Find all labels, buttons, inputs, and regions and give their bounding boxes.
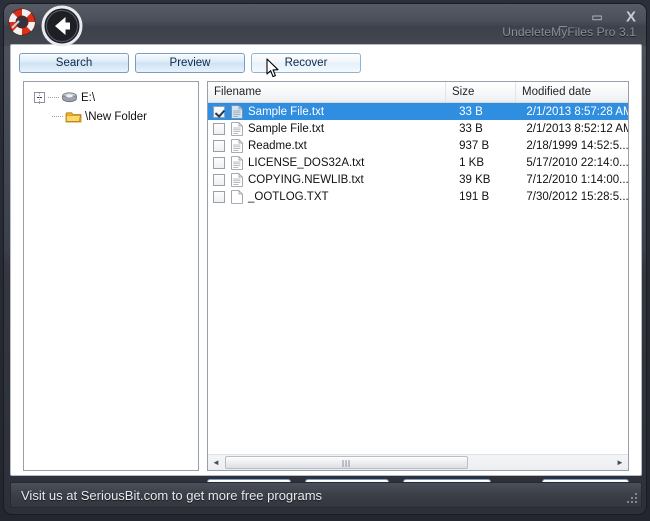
table-row[interactable]: LICENSE_DOS32A.txt 1 KB5/17/2010 22:14:0.… bbox=[208, 154, 628, 171]
resize-grip-icon[interactable] bbox=[625, 491, 637, 503]
back-arrow-icon[interactable] bbox=[37, 3, 87, 51]
status-bar: Visit us at SeriousBit.com to get more f… bbox=[10, 482, 642, 508]
cell-filename-text: COPYING.NEWLIB.txt bbox=[248, 174, 364, 186]
folder-icon bbox=[65, 110, 82, 124]
folder-tree-panel[interactable]: E:\ \New Folder bbox=[23, 81, 199, 471]
table-row[interactable]: COPYING.NEWLIB.txt 39 KB7/12/2010 1:14:00… bbox=[208, 171, 628, 188]
tab-search[interactable]: Search bbox=[19, 53, 129, 73]
file-list-panel: Filename Size Modified date Sample File.… bbox=[207, 81, 629, 471]
tab-preview[interactable]: Preview bbox=[135, 53, 245, 73]
document-icon bbox=[231, 190, 243, 204]
minimize-button[interactable]: _ bbox=[554, 10, 572, 24]
file-list-header: Filename Size Modified date bbox=[208, 82, 628, 103]
toolbar: Search Preview Recover bbox=[19, 53, 361, 73]
cell-modified-date: 7/30/2012 15:28:5... bbox=[520, 191, 628, 203]
scroll-right-arrow-icon[interactable]: ► bbox=[612, 455, 628, 470]
file-list-rows: Sample File.txt33 B2/1/2013 8:57:28 AMSa… bbox=[208, 103, 628, 454]
column-header-size[interactable]: Size bbox=[446, 82, 516, 102]
cell-filename-text: Sample File.txt bbox=[248, 123, 324, 135]
window-title: UndeleteMyFiles Pro 3.1 bbox=[502, 25, 636, 39]
table-row[interactable]: Sample File.txt 33 B2/1/2013 8:57:28 AM bbox=[208, 103, 628, 120]
tab-recover[interactable]: Recover bbox=[251, 53, 361, 73]
cell-filename-text: LICENSE_DOS32A.txt bbox=[248, 157, 364, 169]
maximize-icon: ▭ bbox=[591, 11, 602, 23]
cell-size: 39 KB bbox=[453, 174, 520, 186]
column-header-filename-label: Filename bbox=[214, 86, 261, 98]
scroll-left-arrow-icon[interactable]: ◄ bbox=[208, 455, 224, 470]
scrollbar-thumb[interactable] bbox=[225, 456, 468, 469]
cell-size: 937 B bbox=[453, 140, 520, 152]
document-icon bbox=[231, 122, 243, 136]
close-icon: X bbox=[626, 10, 636, 25]
cell-filename: Sample File.txt bbox=[225, 122, 453, 136]
row-checkbox[interactable] bbox=[213, 123, 225, 135]
tab-search-label: Search bbox=[56, 57, 92, 69]
cell-modified-date: 5/17/2010 22:14:0... bbox=[520, 157, 628, 169]
tree-connector bbox=[48, 97, 59, 98]
maximize-button[interactable]: ▭ bbox=[588, 10, 606, 24]
column-header-filename[interactable]: Filename bbox=[208, 82, 446, 102]
status-bar-text: Visit us at SeriousBit.com to get more f… bbox=[21, 488, 322, 503]
table-row[interactable]: Sample File.txt 33 B2/1/2013 8:52:12 AM bbox=[208, 120, 628, 137]
tree-connector-child bbox=[52, 116, 63, 117]
tree-item-drive-label: E:\ bbox=[81, 92, 95, 104]
tree-item-new-folder[interactable]: \New Folder bbox=[52, 107, 147, 126]
cell-filename: Sample File.txt bbox=[225, 105, 453, 119]
window-frame: _ ▭ X UndeleteMyFiles Pro 3.1 Search Pre… bbox=[3, 3, 647, 515]
cell-size: 191 B bbox=[453, 191, 520, 203]
application-window: _ ▭ X UndeleteMyFiles Pro 3.1 Search Pre… bbox=[0, 0, 650, 521]
tree-connector-vertical bbox=[39, 93, 40, 104]
cell-filename-text: Readme.txt bbox=[248, 140, 307, 152]
horizontal-scrollbar[interactable]: ◄ ► bbox=[208, 454, 628, 470]
cell-filename: _OOTLOG.TXT bbox=[225, 190, 453, 204]
cell-modified-date: 2/1/2013 8:52:12 AM bbox=[520, 123, 628, 135]
cell-modified-date: 7/12/2010 1:14:00... bbox=[520, 174, 628, 186]
cell-modified-date: 2/18/1999 14:52:5... bbox=[520, 140, 628, 152]
cell-modified-date: 2/1/2013 8:57:28 AM bbox=[520, 106, 628, 118]
client-area: Search Preview Recover bbox=[10, 44, 642, 476]
folder-tree: E:\ \New Folder bbox=[34, 88, 147, 126]
cell-size: 33 B bbox=[453, 106, 520, 118]
column-header-modified[interactable]: Modified date bbox=[516, 82, 628, 102]
tab-recover-label: Recover bbox=[285, 57, 328, 69]
table-row[interactable]: _OOTLOG.TXT 191 B7/30/2012 15:28:5... bbox=[208, 188, 628, 205]
cell-filename: LICENSE_DOS32A.txt bbox=[225, 156, 453, 170]
lifebuoy-icon bbox=[6, 6, 38, 38]
document-icon bbox=[231, 156, 243, 170]
document-icon bbox=[231, 105, 243, 119]
row-checkbox[interactable] bbox=[213, 140, 225, 152]
row-checkbox[interactable] bbox=[213, 157, 225, 169]
column-header-modified-label: Modified date bbox=[522, 86, 591, 98]
cell-filename: COPYING.NEWLIB.txt bbox=[225, 173, 453, 187]
row-checkbox[interactable] bbox=[213, 174, 225, 186]
cell-size: 1 KB bbox=[453, 157, 520, 169]
cell-size: 33 B bbox=[453, 123, 520, 135]
title-bar: _ ▭ X UndeleteMyFiles Pro 3.1 bbox=[4, 4, 647, 46]
scrollbar-grip-icon bbox=[342, 460, 351, 467]
close-button[interactable]: X bbox=[622, 10, 640, 24]
cell-filename: Readme.txt bbox=[225, 139, 453, 153]
tab-preview-label: Preview bbox=[170, 57, 211, 69]
row-checkbox[interactable] bbox=[213, 191, 225, 203]
document-icon bbox=[231, 173, 243, 187]
tree-item-drive[interactable]: E:\ bbox=[34, 88, 147, 107]
drive-icon bbox=[61, 91, 78, 104]
row-checkbox[interactable] bbox=[213, 106, 225, 118]
window-controls: _ ▭ X bbox=[554, 10, 640, 24]
cell-filename-text: Sample File.txt bbox=[248, 106, 324, 118]
tree-item-new-folder-label: \New Folder bbox=[85, 111, 147, 123]
cell-filename-text: _OOTLOG.TXT bbox=[248, 191, 329, 203]
table-row[interactable]: Readme.txt 937 B2/18/1999 14:52:5... bbox=[208, 137, 628, 154]
document-icon bbox=[231, 139, 243, 153]
column-header-size-label: Size bbox=[452, 86, 474, 98]
